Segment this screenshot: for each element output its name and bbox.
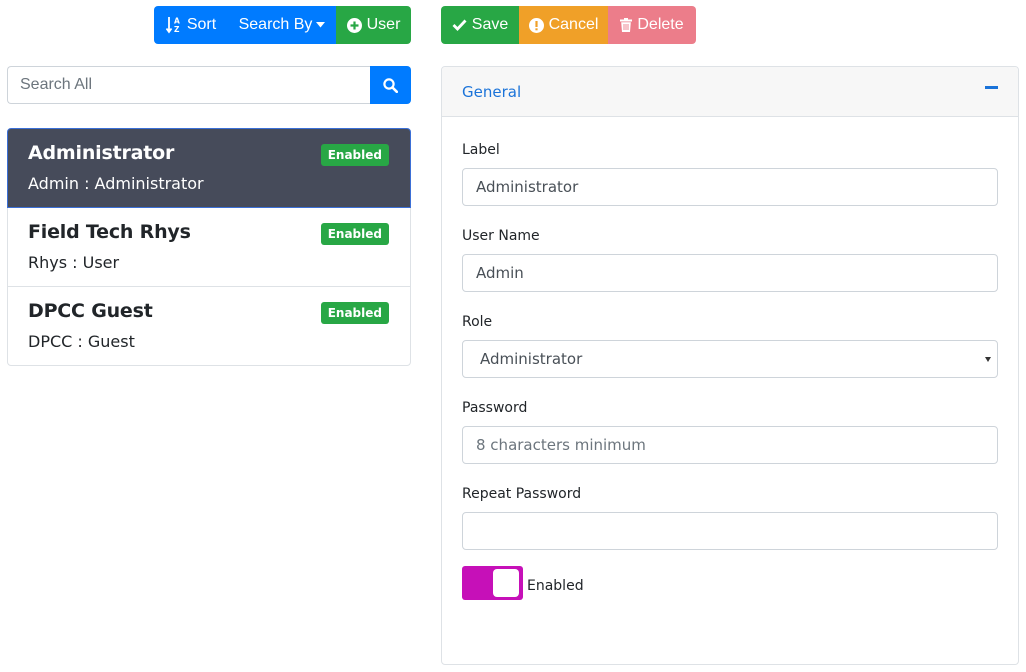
minus-icon[interactable]	[985, 86, 998, 89]
user-list: Administrator Admin : Administrator Enab…	[7, 128, 411, 366]
exclamation-circle-icon	[528, 17, 544, 33]
add-user-label: User	[366, 16, 401, 33]
sort-alpha-icon: A Z	[165, 16, 182, 34]
chevron-down-icon	[985, 357, 991, 362]
label-field-label: Label	[462, 142, 500, 158]
search-icon	[383, 77, 398, 93]
cancel-label: Cancel	[548, 16, 599, 33]
svg-text:Z: Z	[174, 25, 180, 34]
repeat-password-input[interactable]	[462, 512, 998, 550]
panel-header[interactable]: General	[442, 67, 1018, 117]
role-select[interactable]: Administrator	[462, 340, 998, 378]
user-list-item-administrator[interactable]: Administrator Admin : Administrator Enab…	[7, 128, 411, 208]
save-button[interactable]: Save	[441, 6, 519, 44]
enabled-toggle[interactable]	[462, 566, 523, 600]
password-input[interactable]	[462, 426, 998, 464]
user-subtitle: Admin : Administrator	[28, 174, 204, 193]
search-button[interactable]	[370, 66, 411, 104]
status-badge: Enabled	[320, 144, 389, 166]
user-name: DPCC Guest	[28, 300, 153, 322]
sort-button[interactable]: A Z Sort	[154, 6, 228, 44]
delete-label: Delete	[637, 16, 684, 33]
user-list-item-dpcc-guest[interactable]: DPCC Guest DPCC : Guest Enabled	[7, 286, 411, 366]
user-subtitle: Rhys : User	[28, 253, 120, 272]
user-name: Administrator	[28, 142, 175, 164]
sort-label: Sort	[186, 16, 217, 33]
password-field-label: Password	[462, 400, 528, 416]
label-input[interactable]	[462, 168, 998, 206]
add-user-button[interactable]: User	[336, 6, 411, 44]
repeat-password-field-label: Repeat Password	[462, 486, 582, 502]
role-select-value: Administrator	[480, 350, 583, 368]
panel-title: General	[462, 83, 522, 101]
search-by-label: Search By	[238, 16, 313, 33]
enabled-toggle-label: Enabled	[527, 578, 584, 594]
general-panel: General Label User Name Role Administrat…	[441, 66, 1019, 665]
username-input[interactable]	[462, 254, 998, 292]
plus-circle-icon	[346, 17, 362, 33]
user-list-item-field-tech-rhys[interactable]: Field Tech Rhys Rhys : User Enabled	[7, 207, 411, 287]
delete-button[interactable]: Delete	[608, 6, 696, 44]
status-badge: Enabled	[320, 302, 389, 324]
save-label: Save	[471, 16, 509, 33]
search-input[interactable]	[7, 66, 371, 104]
username-field-label: User Name	[462, 228, 540, 244]
trash-icon	[620, 18, 633, 32]
toggle-knob	[493, 569, 519, 597]
search-bar	[7, 66, 411, 104]
check-icon	[452, 19, 467, 31]
role-field-label: Role	[462, 314, 493, 330]
user-subtitle: DPCC : Guest	[28, 332, 135, 351]
caret-down-icon	[316, 22, 326, 28]
user-name: Field Tech Rhys	[28, 221, 191, 243]
cancel-button[interactable]: Cancel	[519, 6, 608, 44]
status-badge: Enabled	[320, 223, 389, 245]
search-by-dropdown[interactable]: Search By	[228, 6, 336, 44]
